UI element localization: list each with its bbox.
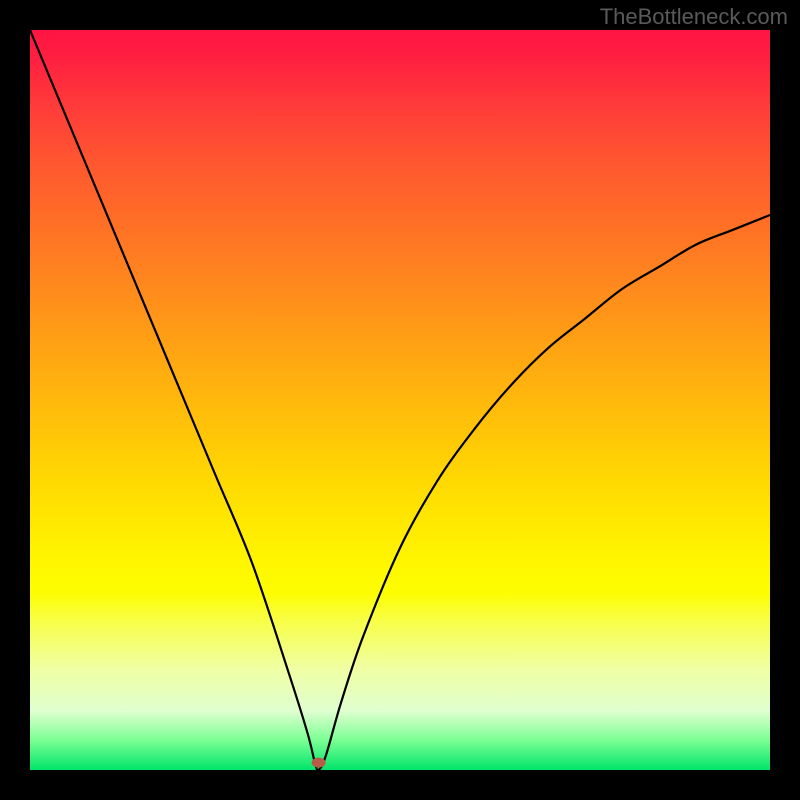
optimal-point-marker: [312, 758, 326, 768]
watermark-text: TheBottleneck.com: [600, 4, 788, 30]
plot-area: [30, 30, 770, 770]
bottleneck-curve: [30, 30, 770, 770]
chart-svg: [30, 30, 770, 770]
